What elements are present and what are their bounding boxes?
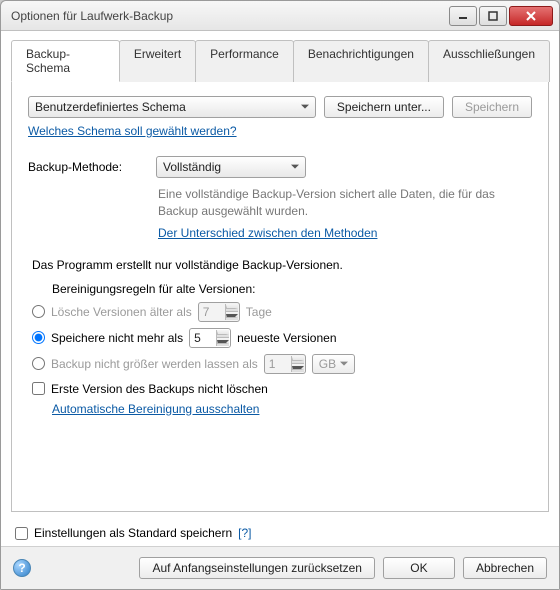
rules-label: Bereinigungsregeln für alte Versionen: xyxy=(52,282,532,296)
close-button[interactable] xyxy=(509,6,553,26)
rule-size-value[interactable]: 1 xyxy=(264,354,306,374)
schema-select-value: Benutzerdefiniertes Schema xyxy=(35,100,186,114)
rule-keep-value[interactable]: 5 xyxy=(189,328,231,348)
ok-button[interactable]: OK xyxy=(383,557,455,579)
rule-size-pre: Backup nicht größer werden lassen als xyxy=(51,357,258,371)
method-description: Eine vollständige Backup-Version sichert… xyxy=(158,186,532,220)
rule-size-radio[interactable] xyxy=(32,357,45,370)
method-row: Backup-Methode: Vollständig xyxy=(28,156,532,178)
tab-exclusions[interactable]: Ausschließungen xyxy=(428,40,550,82)
bottom-bar: ? Auf Anfangseinstellungen zurücksetzen … xyxy=(1,546,559,589)
rule-first-row: Erste Version des Backups nicht löschen xyxy=(32,382,532,396)
rule-size-spinner[interactable] xyxy=(291,356,304,372)
rule-older-radio[interactable] xyxy=(32,305,45,318)
reset-button[interactable]: Auf Anfangseinstellungen zurücksetzen xyxy=(139,557,374,579)
help-icon[interactable]: ? xyxy=(13,559,31,577)
window-controls xyxy=(449,6,553,26)
cancel-button[interactable]: Abbrechen xyxy=(463,557,547,579)
method-diff-link[interactable]: Der Unterschied zwischen den Methoden xyxy=(158,226,377,240)
tab-advanced[interactable]: Erweitert xyxy=(119,40,196,82)
body-area: Das Programm erstellt nur vollständige B… xyxy=(28,258,532,416)
rule-keep-radio[interactable] xyxy=(32,331,45,344)
rule-older-pre: Lösche Versionen älter als xyxy=(51,305,192,319)
schema-row: Benutzerdefiniertes Schema Speichern unt… xyxy=(28,96,532,118)
rule-keep-spinner[interactable] xyxy=(216,330,229,346)
rule-older-value[interactable]: 7 xyxy=(198,302,240,322)
tab-panel: Benutzerdefiniertes Schema Speichern unt… xyxy=(11,82,549,512)
rule-keep-pre: Speichere nicht mehr als xyxy=(51,331,183,345)
rule-older-number: 7 xyxy=(203,305,210,319)
body-heading: Das Programm erstellt nur vollständige B… xyxy=(32,258,532,272)
titlebar: Optionen für Laufwerk-Backup xyxy=(1,1,559,31)
method-select-value: Vollständig xyxy=(163,160,221,174)
footer-check-row: Einstellungen als Standard speichern [?] xyxy=(15,526,545,540)
tab-backup-schema[interactable]: Backup-Schema xyxy=(11,40,120,82)
auto-clean-off-link[interactable]: Automatische Bereinigung ausschalten xyxy=(52,402,259,416)
rule-size-row: Backup nicht größer werden lassen als 1 … xyxy=(32,354,532,374)
save-default-help[interactable]: [?] xyxy=(238,526,251,540)
rule-older-post: Tage xyxy=(246,305,272,319)
save-default-label: Einstellungen als Standard speichern xyxy=(34,526,232,540)
rule-keep-row: Speichere nicht mehr als 5 neueste Versi… xyxy=(32,328,532,348)
rule-size-number: 1 xyxy=(269,357,276,371)
rule-older-spinner[interactable] xyxy=(225,304,238,320)
rule-keep-post: neueste Versionen xyxy=(237,331,336,345)
dialog-window: Optionen für Laufwerk-Backup Backup-Sche… xyxy=(0,0,560,590)
tab-performance[interactable]: Performance xyxy=(195,40,294,82)
save-as-button[interactable]: Speichern unter... xyxy=(324,96,444,118)
rule-older-row: Lösche Versionen älter als 7 Tage xyxy=(32,302,532,322)
window-title: Optionen für Laufwerk-Backup xyxy=(11,9,449,23)
minimize-button[interactable] xyxy=(449,6,477,26)
schema-select[interactable]: Benutzerdefiniertes Schema xyxy=(28,96,316,118)
rule-size-unit-select[interactable]: GB xyxy=(312,354,355,374)
save-button[interactable]: Speichern xyxy=(452,96,532,118)
method-label: Backup-Methode: xyxy=(28,160,148,174)
rule-keep-number: 5 xyxy=(194,331,201,345)
maximize-button[interactable] xyxy=(479,6,507,26)
method-select[interactable]: Vollständig xyxy=(156,156,306,178)
tab-strip: Backup-Schema Erweitert Performance Bena… xyxy=(11,39,549,82)
save-default-checkbox[interactable] xyxy=(15,527,28,540)
rule-first-label: Erste Version des Backups nicht löschen xyxy=(51,382,268,396)
which-schema-link[interactable]: Welches Schema soll gewählt werden? xyxy=(28,124,237,138)
rule-first-checkbox[interactable] xyxy=(32,382,45,395)
rule-size-unit: GB xyxy=(319,357,336,371)
tab-notifications[interactable]: Benachrichtigungen xyxy=(293,40,429,82)
